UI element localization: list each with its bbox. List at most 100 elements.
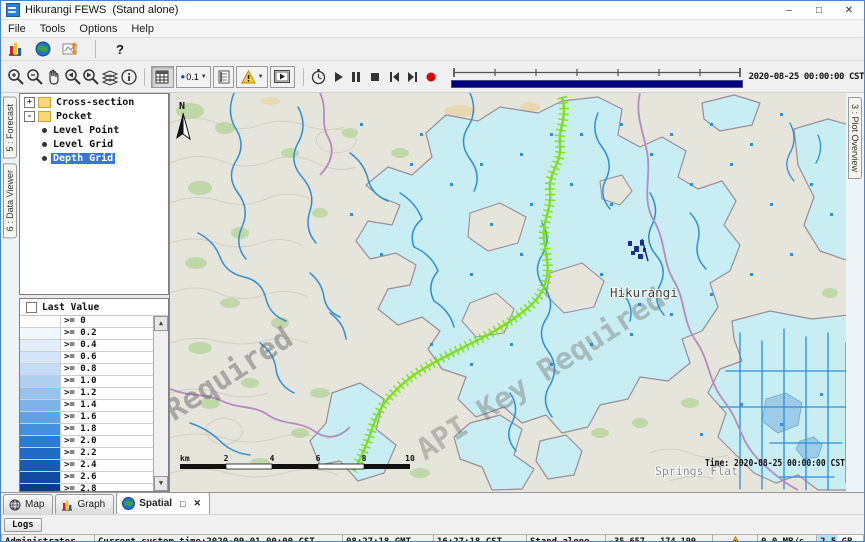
legend-classify-button[interactable] (213, 66, 234, 88)
collapse-icon[interactable]: - (24, 111, 35, 122)
pause-button[interactable] (347, 67, 366, 87)
bottom-tab-bar: Map Graph Spatial □ ✕ (1, 492, 864, 514)
left-tab-strip: 5 : Forecast 6 : Data Viewer (1, 93, 19, 492)
status-bar: Administrator Current system time:2020-0… (1, 534, 864, 542)
zoom-in-icon[interactable] (7, 67, 26, 87)
app-icon (6, 3, 20, 17)
svg-text:10: 10 (405, 454, 415, 463)
legend-panel: Last Value >= 0 >= 0.2 >= 0.4 >= 0.6 >= … (19, 298, 169, 492)
tab-forecast[interactable]: 5 : Forecast (3, 97, 17, 159)
legend-table: >= 0 >= 0.2 >= 0.4 >= 0.6 >= 0.8 >= 1.0 … (20, 316, 153, 491)
svg-text:4: 4 (270, 454, 275, 463)
color-swatch (20, 364, 61, 375)
status-coordinates: -35.657 , 174.199 (605, 534, 712, 542)
color-swatch (20, 400, 61, 411)
color-swatch (20, 448, 61, 459)
explorer-barchart-icon[interactable] (5, 39, 25, 59)
tab-close-icon[interactable]: ✕ (193, 498, 201, 509)
tree-node-level-point[interactable]: Level Point (20, 124, 168, 136)
record-button[interactable] (422, 67, 441, 87)
svg-text:8: 8 (362, 454, 367, 463)
step-backward-button[interactable] (384, 67, 403, 87)
tree-node-level-grid[interactable]: Level Grid (20, 138, 168, 150)
legend-row: >= 2.2 (20, 448, 153, 460)
map-viewport[interactable]: API Key Required API Key Required Hikura… (169, 93, 846, 492)
legend-row: >= 0.4 (20, 340, 153, 352)
time-navigator-icon[interactable] (310, 67, 329, 87)
status-memory: 2.5 GB (816, 534, 864, 542)
leaf-bullet-icon (42, 156, 47, 161)
play-button[interactable] (328, 67, 347, 87)
scroll-down-icon[interactable]: ▼ (154, 476, 168, 491)
legend-row: >= 0.8 (20, 364, 153, 376)
expand-icon[interactable]: + (24, 97, 35, 108)
status-user: Administrator (1, 534, 94, 542)
color-swatch (20, 376, 61, 387)
help-icon[interactable]: ? (110, 39, 130, 59)
zoom-previous-icon[interactable] (63, 67, 82, 87)
explorer-panel: + Cross-section - Pocket Level Point Lev… (19, 93, 169, 492)
info-icon[interactable] (119, 67, 138, 87)
map-time-label: Time: 2020-08-25 00:00:00 CST (705, 457, 845, 469)
legend-scrollbar[interactable]: ▲ ▼ (153, 316, 168, 491)
layers-icon[interactable] (101, 67, 120, 87)
legend-row: >= 2.6 (20, 472, 153, 484)
main-toolbar: ? (1, 38, 864, 61)
globe-map-icon[interactable] (33, 39, 53, 59)
tree-node-cross-section[interactable]: + Cross-section (20, 96, 168, 108)
legend-row: >= 0.2 (20, 328, 153, 340)
tab-spatial[interactable]: Spatial □ ✕ (116, 492, 210, 514)
scroll-up-icon[interactable]: ▲ (154, 316, 168, 331)
warning-threshold-dropdown[interactable]: ▼ (236, 66, 268, 88)
interval-value: 0.1 (186, 72, 199, 82)
map-canvas[interactable]: API Key Required API Key Required Hikura… (170, 93, 846, 492)
filter-tree: + Cross-section - Pocket Level Point Lev… (19, 93, 169, 295)
legend-row: >= 2.0 (20, 436, 153, 448)
globe-wireframe-icon (9, 499, 21, 511)
menu-file[interactable]: File (1, 22, 33, 36)
tab-restore-icon[interactable]: □ (180, 499, 185, 509)
timeline-slider[interactable] (451, 66, 743, 88)
status-local-time: 16:27:18 CST (433, 534, 526, 542)
timeline-span-bar[interactable] (451, 80, 743, 88)
menu-tools[interactable]: Tools (33, 22, 73, 36)
app-window: Hikurangi FEWS (Stand alone) – □ ✕ File … (0, 0, 865, 542)
status-system-time: Current system time:2020-09-01 00:00 CST (94, 534, 342, 542)
color-swatch (20, 388, 61, 399)
classification-interval-dropdown[interactable]: ● 0.1 ▼ (176, 66, 212, 88)
barchart-icon (61, 499, 73, 511)
tab-map[interactable]: Map (3, 494, 53, 514)
legend-row: >= 1.4 (20, 400, 153, 412)
status-warning[interactable] (712, 534, 757, 542)
zoom-out-icon[interactable] (26, 67, 45, 87)
pan-hand-icon[interactable] (44, 67, 63, 87)
legend-row: >= 1.2 (20, 388, 153, 400)
legend-row: >= 0.6 (20, 352, 153, 364)
animation-movie-button[interactable] (270, 66, 294, 88)
tab-plot-overview[interactable]: 3 : Plot Overview (848, 97, 862, 179)
step-forward-button[interactable] (403, 67, 422, 87)
tree-node-depth-grid[interactable]: Depth Grid (20, 152, 168, 164)
tree-node-pocket[interactable]: - Pocket (20, 110, 168, 122)
minimize-button[interactable]: – (774, 2, 804, 19)
logs-button[interactable]: Logs (4, 518, 42, 532)
svg-text:km: km (180, 454, 190, 463)
color-swatch (20, 340, 61, 351)
timeseries-chart-icon[interactable] (61, 39, 81, 59)
maximize-button[interactable]: □ (804, 2, 834, 19)
stop-button[interactable] (366, 67, 385, 87)
grid-display-toggle[interactable] (151, 66, 174, 88)
leaf-bullet-icon (42, 142, 47, 147)
close-button[interactable]: ✕ (834, 2, 864, 19)
tab-data-viewer[interactable]: 6 : Data Viewer (3, 163, 17, 238)
tab-graph[interactable]: Graph (55, 494, 114, 514)
svg-text:2: 2 (224, 454, 229, 463)
menu-options[interactable]: Options (72, 22, 124, 36)
right-tab-strip: 3 : Plot Overview (846, 93, 864, 492)
status-network-rate: 0.0 MB/s (757, 534, 816, 542)
zoom-next-icon[interactable] (82, 67, 101, 87)
legend-row: >= 0 (20, 316, 153, 328)
last-value-checkbox[interactable] (26, 302, 37, 313)
town-label: Hikurangi (610, 285, 678, 300)
menu-help[interactable]: Help (124, 22, 161, 36)
